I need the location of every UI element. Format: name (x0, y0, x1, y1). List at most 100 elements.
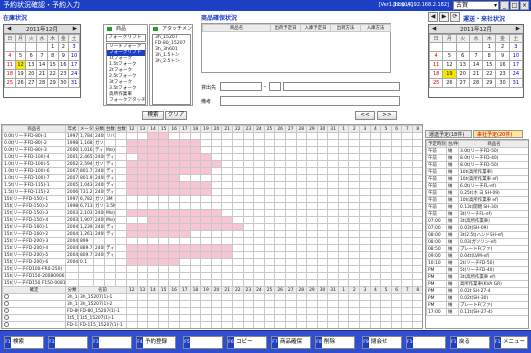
day-cell[interactable] (221, 202, 233, 210)
booking-cell[interactable] (189, 181, 202, 189)
day-cell[interactable]: 23 (495, 69, 510, 79)
day-cell[interactable]: 2 (57, 42, 70, 52)
day-cell[interactable] (263, 167, 276, 175)
day-cell[interactable] (369, 272, 382, 280)
day-cell[interactable] (263, 139, 276, 147)
day-cell[interactable] (157, 202, 170, 210)
day-cell[interactable] (210, 188, 223, 196)
booking-cell[interactable] (210, 223, 223, 231)
day-cell[interactable] (189, 293, 202, 301)
day-cell[interactable] (200, 307, 212, 315)
delivery-name-input[interactable] (283, 82, 400, 91)
day-cell[interactable] (306, 258, 318, 266)
day-cell[interactable] (369, 307, 382, 315)
day-cell[interactable]: 19 (14, 69, 27, 79)
booking-cell[interactable] (221, 223, 233, 231)
day-cell[interactable] (242, 195, 255, 203)
booking-cell[interactable] (168, 160, 180, 168)
booking-cell[interactable] (189, 244, 202, 252)
booking-cell[interactable] (147, 216, 159, 224)
day-cell[interactable] (348, 146, 361, 154)
day-cell[interactable] (284, 139, 297, 147)
day-cell[interactable]: 16 (57, 60, 70, 70)
booking-row[interactable]: 1t5_152071t5_15207(1)-1 (2, 314, 422, 322)
day-cell[interactable] (126, 195, 138, 203)
day-cell[interactable] (284, 167, 297, 175)
day-cell[interactable]: 20 (25, 69, 38, 79)
day-cell[interactable]: 15 (482, 60, 497, 70)
booking-cell[interactable] (136, 223, 149, 231)
day-cell[interactable]: 3 (508, 42, 524, 52)
booking-check-cell[interactable] (2, 314, 66, 322)
booking-cell[interactable] (136, 174, 149, 182)
day-cell[interactable] (380, 300, 392, 308)
day-cell[interactable] (284, 244, 297, 252)
day-cell[interactable] (253, 307, 265, 315)
day-cell[interactable] (327, 244, 339, 252)
booking-cell[interactable] (157, 132, 170, 140)
day-cell[interactable] (306, 195, 318, 203)
day-cell[interactable] (369, 139, 382, 147)
remarks-input[interactable] (220, 96, 400, 106)
day-cell[interactable] (316, 160, 329, 168)
day-cell[interactable]: 17 (508, 60, 524, 70)
day-cell[interactable]: 24 (68, 69, 80, 79)
booking-checkbox[interactable] (4, 315, 9, 320)
day-cell[interactable] (200, 139, 212, 147)
day-cell[interactable] (337, 321, 350, 328)
day-cell[interactable] (401, 181, 414, 189)
day-cell[interactable] (380, 216, 392, 224)
booking-cell[interactable] (178, 223, 191, 231)
booking-cell[interactable] (126, 230, 138, 238)
day-cell[interactable] (221, 321, 233, 328)
day-cell[interactable] (126, 314, 138, 322)
day-cell[interactable] (306, 216, 318, 224)
day-cell[interactable] (306, 251, 318, 259)
day-cell[interactable] (253, 265, 265, 273)
day-cell[interactable] (231, 251, 244, 259)
day-cell[interactable] (231, 188, 244, 196)
day-cell[interactable] (284, 258, 297, 266)
day-cell[interactable] (380, 279, 392, 287)
day-cell[interactable] (327, 146, 339, 154)
day-cell[interactable] (284, 195, 297, 203)
day-cell[interactable] (316, 209, 329, 217)
day-cell[interactable] (316, 139, 329, 147)
day-cell[interactable] (380, 223, 392, 231)
booking-cell[interactable] (210, 209, 223, 217)
day-cell[interactable]: 5 (14, 51, 27, 61)
search-button[interactable]: 検索 (142, 111, 164, 120)
day-cell[interactable] (221, 258, 233, 266)
day-cell[interactable] (253, 251, 265, 259)
day-cell[interactable] (274, 251, 286, 259)
day-cell[interactable] (390, 195, 403, 203)
day-cell[interactable] (401, 209, 414, 217)
day-cell[interactable] (306, 146, 318, 154)
attachment-list-item[interactable]: 3h_2.5トン (153, 59, 190, 65)
day-cell[interactable] (359, 223, 371, 231)
day-cell[interactable] (390, 258, 403, 266)
day-cell[interactable] (168, 279, 180, 287)
day-cell[interactable] (284, 209, 297, 217)
day-cell[interactable] (242, 244, 255, 252)
day-cell[interactable] (168, 300, 180, 308)
day-cell[interactable] (327, 265, 339, 273)
day-cell[interactable] (274, 223, 286, 231)
day-cell[interactable]: 23 (57, 69, 70, 79)
day-cell[interactable] (221, 265, 233, 273)
day-cell[interactable] (390, 160, 403, 168)
day-cell[interactable] (316, 293, 329, 301)
day-cell[interactable]: 4 (428, 51, 444, 61)
day-cell[interactable] (221, 237, 233, 245)
day-cell[interactable] (231, 174, 244, 182)
schedule-row[interactable]: 07:00 納 0.03t(SH-09) (426, 224, 528, 232)
day-cell[interactable] (136, 314, 149, 322)
day-cell[interactable] (390, 293, 403, 301)
day-cell[interactable] (189, 230, 202, 238)
attachment-list[interactable]: 3h_15207 FD-80_15207 3h_3h601 3h_1.5トン 3h_2.… (152, 34, 191, 105)
day-cell[interactable] (359, 174, 371, 182)
day-cell[interactable] (253, 188, 265, 196)
day-cell[interactable]: 15 (46, 60, 59, 70)
table-row[interactable]: 1.0t(リーチFD-100)-62007801.7240Fディーゼル (2, 167, 422, 175)
booking-cell[interactable] (157, 258, 170, 266)
